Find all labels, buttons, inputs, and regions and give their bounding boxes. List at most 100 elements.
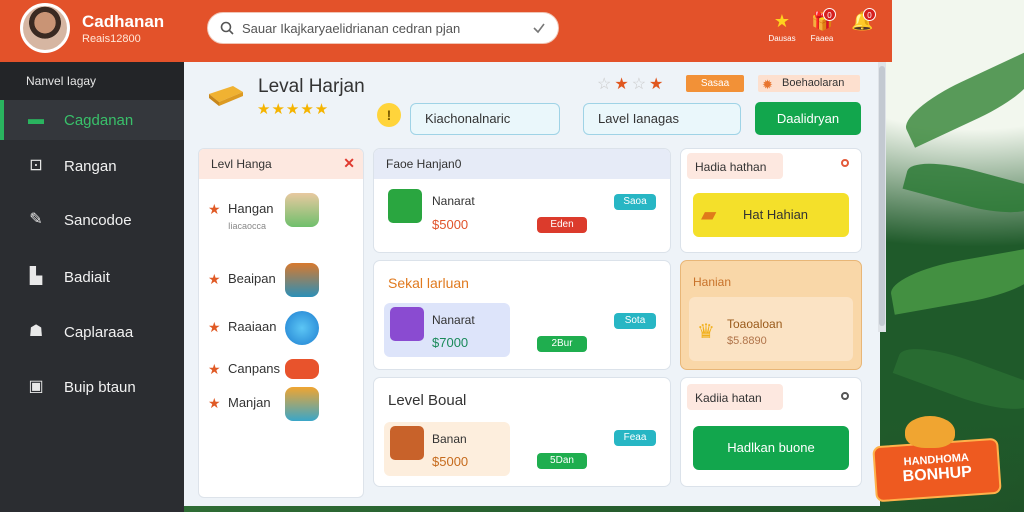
primary-button[interactable]: Daalidryan	[755, 102, 861, 135]
search-bar[interactable]: Sauar Ikajkaryaelidrianan cedran pjan	[207, 12, 559, 44]
scrollbar-thumb[interactable]	[879, 66, 885, 326]
scrollbar[interactable]	[878, 62, 886, 332]
close-icon[interactable]: ✕	[343, 155, 355, 172]
gift-box-icon	[390, 307, 424, 341]
item-title: Nanarat	[432, 194, 475, 208]
reward-card-3[interactable]: Kadiia hatan Hadlkan buone	[680, 377, 862, 487]
gold-bar-icon: ▰	[701, 204, 717, 226]
item-action[interactable]: 5Dan	[537, 453, 587, 469]
item-action[interactable]: Eden	[537, 217, 587, 233]
chat-icon: ▬	[28, 111, 44, 128]
list-item-label: Canpans	[228, 361, 281, 376]
card-header: Level Boual	[388, 392, 467, 409]
box-icon: ▣	[28, 378, 44, 395]
item-card-2[interactable]: Sekal larluan Nanarat $7000 Sota 2Bur	[373, 260, 671, 370]
sidebar-item-label: Caplaraaa	[64, 323, 134, 341]
item-card-3[interactable]: Level Boual Banan $5000 Feaa 5Dan	[373, 377, 671, 487]
sidebar-item-label: Cagdanan	[64, 111, 134, 129]
reward-card-1[interactable]: Hadia hathan ▰ Hat Hahian	[680, 148, 862, 253]
list-item[interactable]: ★ Manjan	[199, 385, 363, 425]
level-stars: ★★★★★	[257, 101, 330, 118]
star-icon: ★	[208, 395, 221, 411]
level-field-1[interactable]: Kiachonalnaric	[410, 103, 560, 135]
item-price: $5000	[432, 454, 469, 469]
check-icon[interactable]	[532, 21, 546, 35]
sidebar-item-badiait[interactable]: ▙ Badiait	[0, 257, 184, 297]
star-icon: ★	[208, 361, 221, 377]
card-header: Sekal larluan	[388, 275, 469, 291]
bell-badge: 0	[863, 8, 876, 21]
sidebar-item-buip-btaun[interactable]: ▣ Buip btaun	[0, 367, 184, 407]
star-icon: ★	[208, 201, 221, 217]
item-card-1[interactable]: Faoe Hanjan0 Nanarat $5000 Saoa Eden	[373, 148, 671, 253]
chest-icon	[390, 426, 424, 460]
level-title: Leval Harjan	[258, 76, 365, 97]
character-thumbnail	[285, 193, 319, 227]
item-tag[interactable]: Saoa	[614, 194, 656, 210]
gift-badge: 0	[823, 8, 836, 21]
sidebar-item-label: Badiait	[64, 268, 110, 286]
claim-button[interactable]: Hadlkan buone	[693, 426, 849, 470]
sidebar-item-cagdanan[interactable]: ▬ Cagdanan	[0, 100, 184, 140]
star-icon-label: Dausas	[768, 34, 796, 43]
list-item[interactable]: ★ Raaiaan	[199, 309, 363, 349]
info-chip[interactable]: ✹ Boehaolaran	[758, 75, 860, 92]
user-balance: Reais12800	[82, 33, 141, 45]
reward-button-label: Hat Hahian	[743, 207, 809, 222]
list-item-label: Raaiaan	[228, 319, 277, 334]
crown-icon: ♛	[697, 321, 715, 343]
star-icon: ★	[208, 319, 221, 335]
card-header: Hanian	[693, 275, 732, 289]
item-tag[interactable]: Sota	[614, 313, 656, 329]
search-input[interactable]: Sauar Ikajkaryaelidrianan cedran pjan	[242, 21, 532, 36]
reward-card-2[interactable]: Hanian ♛ Toaoaloan $5.8890	[680, 260, 862, 370]
item-title: Toaoaloan	[727, 317, 783, 331]
globe-thumbnail	[285, 311, 319, 345]
sidebar: Nanvel Iagay ▬ Cagdanan ⊡ Rangan ✎ Sanco…	[0, 62, 184, 512]
fruit-thumbnail	[285, 387, 319, 421]
gold-bar-icon	[209, 86, 243, 106]
top-header: Cadhanan Reais12800 Sauar Ikajkaryaelidr…	[0, 0, 892, 62]
list-item[interactable]: ★ Beaipan	[199, 261, 363, 301]
search-icon	[220, 21, 234, 35]
sidebar-item-caplaraaa[interactable]: ☗ Caplaraaa	[0, 312, 184, 352]
bell-icon-button[interactable]: 🔔 0	[842, 8, 882, 34]
sidebar-item-sancodoe[interactable]: ✎ Sancodoe	[0, 200, 184, 240]
list-item-label: Manjan	[228, 395, 271, 410]
gift-icon-button[interactable]: 🎁 Faaea 0	[802, 8, 842, 43]
tag-icon: ✎	[29, 211, 43, 228]
status-chip[interactable]: Sasaa	[686, 75, 744, 92]
info-chip-label: Boehaolaran	[782, 77, 845, 89]
star-icon: ★	[208, 271, 221, 287]
treasure-pot-icon	[905, 416, 955, 448]
sidebar-item-label: Sancodoe	[64, 211, 132, 229]
grid-icon: ⊡	[29, 157, 43, 174]
sidebar-item-label: Buip btaun	[64, 378, 136, 396]
star-icon: ★	[773, 11, 791, 31]
item-action[interactable]: 2Bur	[537, 336, 587, 352]
reward-button[interactable]: ▰ Hat Hahian	[693, 193, 849, 237]
warning-icon[interactable]: !	[377, 103, 401, 127]
item-price: $7000	[432, 335, 469, 350]
level-list-panel: Levl Hanga ✕ ★ Hangan Iiacaocca ★ Beaipa…	[198, 148, 364, 498]
item-price: $5000	[432, 217, 469, 232]
gift-icon-label: Faaea	[810, 34, 834, 43]
list-item-label: Hangan	[228, 201, 274, 216]
user-name: Cadhanan	[82, 12, 165, 31]
rating-stars[interactable]: ☆★☆★	[597, 74, 666, 94]
sidebar-item-rangan[interactable]: ⊡ Rangan	[0, 146, 184, 186]
badge-thumbnail	[285, 359, 319, 379]
list-title: Levl Hanga	[211, 157, 272, 171]
list-header: Levl Hanga ✕	[199, 149, 363, 179]
star-icon-button[interactable]: ★ Dausas	[762, 10, 802, 43]
gear-icon: ✹	[762, 77, 773, 92]
list-item[interactable]: ★ Hangan Iiacaocca	[199, 191, 363, 231]
sidebar-heading: Nanvel Iagay	[0, 62, 184, 100]
avatar[interactable]	[20, 3, 70, 53]
list-item-label: Beaipan	[228, 271, 276, 286]
item-tag[interactable]: Feaa	[614, 430, 656, 446]
status-dot-icon	[841, 392, 849, 400]
card-header: Kadiia hatan	[687, 384, 783, 410]
level-field-2[interactable]: Lavel Ianagas	[583, 103, 741, 135]
food-thumbnail	[285, 263, 319, 297]
